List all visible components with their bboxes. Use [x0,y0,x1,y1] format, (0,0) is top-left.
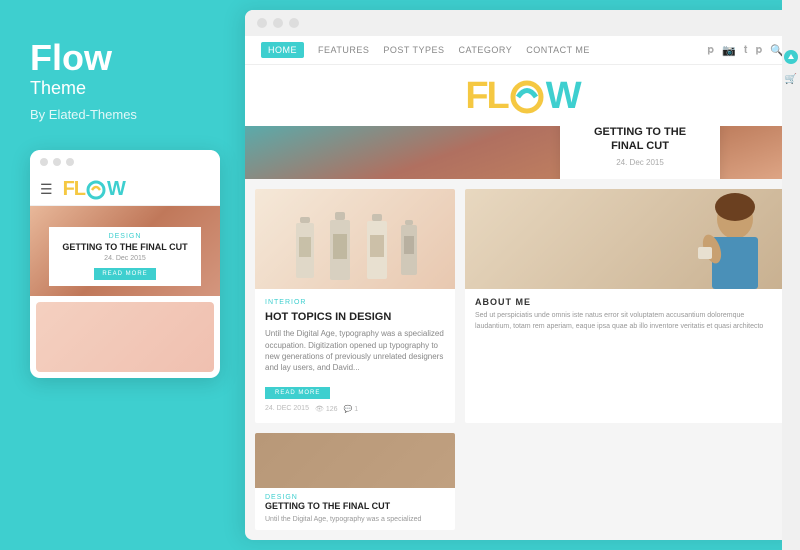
about-content: ABOUT ME Sed ut perspiciatis unde omnis … [465,289,790,340]
article-final-cut: DESIGN GETTING TO THE FINAL CUT Until th… [255,433,455,530]
second-row: DESIGN GETTING TO THE FINAL CUT Until th… [245,433,800,540]
article-meta: 24. DEC 2015 👁 126 💬 1 [265,405,445,413]
about-widget: ABOUT ME Sed ut perspiciatis unde omnis … [465,189,790,423]
chrome-dot-1 [257,18,267,28]
chrome-dot-2 [273,18,283,28]
article-views: 👁 126 [315,405,338,413]
nav-contact[interactable]: CONTACT ME [526,45,590,55]
sidebar-title: Flow Theme [30,40,112,99]
article-content: INTERIOR HOT TOPICS IN DESIGN Until the … [255,289,455,423]
website-content: HOME FEATURES POST TYPES CATEGORY CONTAC… [245,36,800,540]
mobile-logo: FL W [63,178,125,201]
theme-author: By Elated-Themes [30,107,137,122]
mobile-read-more-button[interactable]: READ MORE [94,268,155,280]
browser-chrome [245,10,800,36]
hero-content-card: DESIGN GETTING TO THE FINAL CUT 24. Dec … [560,126,720,179]
content-grid: INTERIOR HOT TOPICS IN DESIGN Until the … [245,179,800,433]
mobile-hero-image: DESIGN GETTING TO THE FINAL CUT 24. Dec … [30,206,220,296]
article-comments: 💬 1 [344,405,359,413]
article-read-more-button[interactable]: READ MORE [265,387,330,399]
nav-icons: 𝐩 📷 𝐭 𝐩 🔍 [707,44,784,57]
bottles-illustration [280,192,430,287]
dot-1 [40,158,48,166]
mobile-bottom-image [36,302,214,372]
article-small-category: DESIGN [265,494,445,501]
mobile-hero-title: GETTING TO THE FINAL CUT [59,242,191,253]
about-title: ABOUT ME [475,297,780,307]
pinterest2-icon[interactable]: 𝐩 [755,44,762,57]
nav-links: HOME FEATURES POST TYPES CATEGORY CONTAC… [261,42,590,58]
mobile-logo-fl: FL [63,178,85,201]
sidebar: Flow Theme By Elated-Themes ☰ FL W DE [0,0,245,550]
article-excerpt: Until the Digital Age, typography was a … [265,328,445,373]
article-image-bottles [255,189,455,289]
theme-subtitle: Theme [30,78,112,99]
website-logo: FL W [465,75,579,118]
article-small-content: DESIGN GETTING TO THE FINAL CUT Until th… [255,488,455,530]
website-navbar: HOME FEATURES POST TYPES CATEGORY CONTAC… [245,36,800,65]
dot-3 [66,158,74,166]
mobile-preview-bar [30,150,220,174]
person-illustration [465,189,790,289]
nav-category[interactable]: CATEGORY [459,45,513,55]
mobile-logo-w: W [107,178,125,201]
website-preview: HOME FEATURES POST TYPES CATEGORY CONTAC… [245,10,800,540]
article-small-image [255,433,455,488]
about-text: Sed ut perspiciatis unde omnis iste natu… [475,311,780,332]
article-category: INTERIOR [265,299,445,306]
hero-title: GETTING TO THE FINAL CUT [578,126,702,153]
article-date: 24. DEC 2015 [265,405,309,413]
article-small-title: GETTING TO THE FINAL CUT [265,501,445,512]
mobile-nav: ☰ FL W [30,174,220,206]
scroll-up-icon[interactable] [784,50,798,64]
cart-icon[interactable]: 🛒 [784,72,798,86]
hero-section: DESIGN GETTING TO THE FINAL CUT 24. Dec … [245,126,800,179]
nav-home[interactable]: HOME [261,42,304,58]
website-logo-area: FL W [245,65,800,126]
twitter-icon[interactable]: 𝐭 [744,44,748,57]
dot-2 [53,158,61,166]
logo-fl-text: FL [465,75,507,118]
article-title: HOT TOPICS IN DESIGN [265,310,445,324]
nav-post-types[interactable]: POST TYPES [383,45,444,55]
about-image [465,189,790,289]
logo-w-text: W [546,75,580,118]
chrome-dot-3 [289,18,299,28]
article-small-excerpt: Until the Digital Age, typography was a … [265,515,445,524]
sidebar-icons: 🛒 [782,0,800,550]
browser-mockup: HOME FEATURES POST TYPES CATEGORY CONTAC… [245,0,800,550]
instagram-icon[interactable]: 📷 [722,44,736,57]
mobile-hero-category: DESIGN [59,233,191,240]
mobile-hero-overlay: DESIGN GETTING TO THE FINAL CUT 24. Dec … [49,227,201,286]
logo-circle-icon [508,78,546,116]
article-hot-topics: INTERIOR HOT TOPICS IN DESIGN Until the … [255,189,455,423]
hero-date: 24. Dec 2015 [578,158,702,167]
theme-name: Flow [30,40,112,76]
hamburger-icon: ☰ [40,181,53,198]
nav-features[interactable]: FEATURES [318,45,369,55]
pinterest-icon[interactable]: 𝐩 [707,44,714,57]
mobile-preview: ☰ FL W DESIGN GETTING TO THE FINAL CUT 2… [30,150,220,378]
mobile-hero-date: 24. Dec 2015 [59,255,191,262]
mobile-logo-circle-icon [86,180,106,200]
